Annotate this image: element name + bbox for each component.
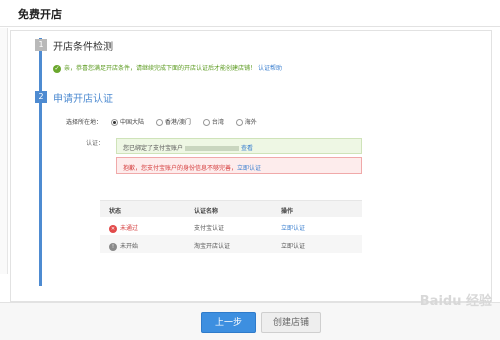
auth-name: 支付宝认证 xyxy=(194,225,225,232)
verify-alipay-link[interactable]: 立即认证 xyxy=(281,223,305,232)
auth-label: 认证： xyxy=(86,140,105,147)
region-option-mainland[interactable]: 中国大陆 xyxy=(107,119,144,126)
alipay-bound-notice: 您已绑定了支付宝账户 查看 xyxy=(116,138,362,154)
header-action: 操作 xyxy=(281,208,294,215)
condition-pass-text: 亲，恭喜您满足开店条件，请继续完成下面的开店认证后才能创建店铺！ xyxy=(64,65,257,72)
radio-icon[interactable] xyxy=(235,119,243,126)
region-option-taiwan[interactable]: 台湾 xyxy=(199,119,224,126)
auth-help-link[interactable]: 认证帮助 xyxy=(258,65,282,72)
step-2-title: 申请开店认证 xyxy=(53,94,113,105)
radio-selected-icon[interactable] xyxy=(110,119,118,126)
status-text: 未通过 xyxy=(120,225,139,232)
check-icon: ✓ xyxy=(53,64,61,73)
step-1-number: 1 xyxy=(35,39,47,51)
info-icon: ! xyxy=(109,242,117,251)
auth-name: 淘宝开店认证 xyxy=(194,243,231,250)
status-text: 未开始 xyxy=(120,243,139,250)
step-timeline xyxy=(39,38,42,286)
header-status: 状态 xyxy=(109,208,122,215)
step-1-title: 开店条件检测 xyxy=(53,42,113,53)
action-text: 立即认证 xyxy=(281,243,306,250)
region-selector: 选择所在地： 中国大陆 香港/澳门 台湾 海外 xyxy=(66,117,263,126)
auth-table: 状态 认证名称 操作 ✕ 未通过 支付宝认证 立即认证 ! 未开始 淘宝开店认证 立… xyxy=(100,200,362,253)
alipay-bound-text: 您已绑定了支付宝账户 xyxy=(123,145,184,152)
watermark: Baidu 经验 xyxy=(419,294,492,309)
identity-warning-text: 抱歉，您支付宝账户的身份信息不够完善 xyxy=(123,165,232,172)
view-account-link[interactable]: 查看 xyxy=(241,145,253,152)
page-header: 免费开店 xyxy=(0,0,500,27)
radio-icon[interactable] xyxy=(202,119,210,126)
table-header-row: 状态 认证名称 操作 xyxy=(100,201,362,217)
page-title: 免费开店 xyxy=(18,8,62,21)
condition-pass-message: ✓ 亲，恭喜您满足开店条件，请继续完成下面的开店认证后才能创建店铺！ 认证帮助 xyxy=(53,63,282,73)
step-2-number: 2 xyxy=(35,91,47,103)
verify-now-link[interactable]: 立即认证 xyxy=(237,165,261,172)
table-row: ! 未开始 淘宝开店认证 立即认证 xyxy=(100,235,362,253)
header-auth-name: 认证名称 xyxy=(194,208,219,215)
side-panel-edge xyxy=(0,28,8,274)
create-shop-button[interactable]: 创建店铺 xyxy=(261,312,321,333)
masked-account xyxy=(185,146,240,151)
region-option-hk-macau[interactable]: 香港/澳门 xyxy=(152,119,191,126)
radio-icon[interactable] xyxy=(155,119,163,126)
prev-step-button[interactable]: 上一步 xyxy=(201,312,256,333)
region-label: 选择所在地： xyxy=(66,119,103,126)
region-option-overseas[interactable]: 海外 xyxy=(232,119,257,126)
identity-warning: 抱歉，您支付宝账户的身份信息不够完善，立即认证 xyxy=(116,157,362,174)
fail-icon: ✕ xyxy=(109,224,117,233)
table-row: ✕ 未通过 支付宝认证 立即认证 xyxy=(100,217,362,235)
